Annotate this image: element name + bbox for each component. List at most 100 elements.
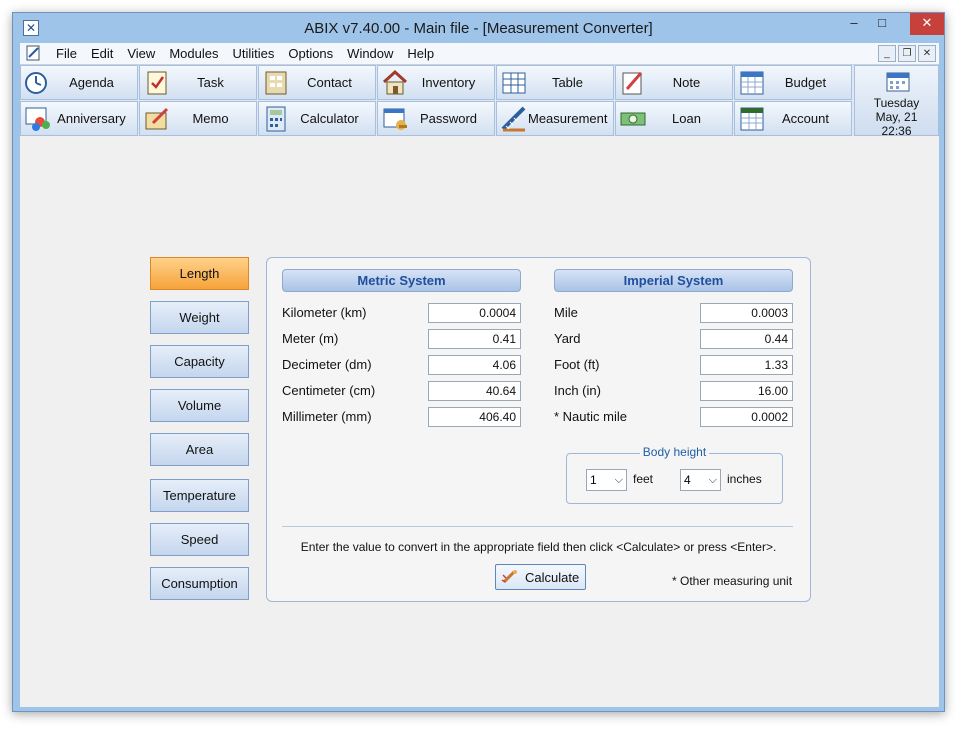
inches-label: inches <box>727 472 762 486</box>
feet-label: feet <box>633 472 654 486</box>
chevron-down-icon: ⌵ <box>614 474 623 486</box>
toolbar-account-button[interactable]: Account <box>734 101 852 136</box>
window-title: ABIX v7.40.00 - Main file - [Measurement… <box>304 20 653 37</box>
budget-icon <box>740 71 764 94</box>
menu-edit[interactable]: Edit <box>84 46 120 61</box>
date-date: May, 21 <box>875 110 918 124</box>
module-toolbar: Tuesday May, 21 22:36 Agenda Task Contact I… <box>20 65 939 138</box>
loan-icon <box>620 112 646 125</box>
category-capacity-button[interactable]: Capacity <box>150 345 249 378</box>
toolbar-measurement-button[interactable]: Measurement <box>496 101 614 136</box>
toolbar-task-button[interactable]: Task <box>139 65 257 100</box>
metric-unit-label: Decimeter (dm) <box>282 357 372 372</box>
title-bar[interactable]: ✕ ABIX v7.40.00 - Main file - [Measureme… <box>13 13 944 43</box>
inventory-icon <box>382 69 408 94</box>
menu-modules[interactable]: Modules <box>162 46 225 61</box>
toolbar-contact-button[interactable]: Contact <box>258 65 376 100</box>
imperial-unit-label: Foot (ft) <box>554 357 600 372</box>
toolbar-budget-button[interactable]: Budget <box>734 65 852 100</box>
calculator-icon <box>266 106 286 131</box>
toolbar-button-label: Account <box>782 111 829 126</box>
metric-unit-label: Millimeter (mm) <box>282 409 372 424</box>
toolbar-button-label: Budget <box>784 75 827 90</box>
category-consumption-button[interactable]: Consumption <box>150 567 249 600</box>
feet-select[interactable]: 1 ⌵ <box>586 469 627 491</box>
calculate-button[interactable]: Calculate <box>495 564 586 590</box>
category-temperature-button[interactable]: Temperature <box>150 479 249 512</box>
toolbar-button-label: Note <box>672 75 701 90</box>
toolbar-inventory-button[interactable]: Inventory <box>377 65 495 100</box>
imperial-unit-label: Inch (in) <box>554 383 601 398</box>
menu-view[interactable]: View <box>120 46 162 61</box>
category-area-button[interactable]: Area <box>150 433 249 466</box>
metric-value-input[interactable]: 0.0004 <box>428 303 521 323</box>
category-speed-button[interactable]: Speed <box>150 523 249 556</box>
minimize-button[interactable]: – <box>841 13 867 35</box>
imperial-unit-label: Mile <box>554 305 578 320</box>
toolbar-agenda-button[interactable]: Agenda <box>20 65 138 100</box>
toolbar-memo-button[interactable]: Memo <box>139 101 257 136</box>
toolbar-button-label: Password <box>419 111 478 126</box>
body-height-group: Body height 1 ⌵ feet 4 ⌵ inches <box>566 445 783 504</box>
calculate-icon <box>501 570 517 584</box>
mdi-close-button[interactable]: ✕ <box>918 45 936 62</box>
toolbar-button-label: Inventory <box>421 75 476 90</box>
imperial-value-input[interactable]: 0.0002 <box>700 407 793 427</box>
category-length-button[interactable]: Length <box>150 257 249 290</box>
toolbar-button-label: Memo <box>192 111 229 126</box>
password-icon <box>383 108 407 130</box>
menu-help[interactable]: Help <box>400 46 441 61</box>
anniversary-icon <box>25 107 50 131</box>
imperial-value-input[interactable]: 0.0003 <box>700 303 793 323</box>
category-volume-button[interactable]: Volume <box>150 389 249 422</box>
close-button[interactable]: ✕ <box>910 13 944 35</box>
imperial-value-input[interactable]: 1.33 <box>700 355 793 375</box>
toolbar-loan-button[interactable]: Loan <box>615 101 733 136</box>
toolbar-table-button[interactable]: Table <box>496 65 614 100</box>
table-icon <box>502 72 526 93</box>
app-window: ✕ ABIX v7.40.00 - Main file - [Measureme… <box>12 12 945 712</box>
mdi-restore-button[interactable]: ❐ <box>898 45 916 62</box>
menu-window[interactable]: Window <box>340 46 400 61</box>
menu-options[interactable]: Options <box>281 46 340 61</box>
converter-panel: Metric System Imperial System Body heigh… <box>266 257 811 602</box>
metric-unit-label: Meter (m) <box>282 331 339 346</box>
toolbar-button-label: Measurement <box>528 111 608 126</box>
menu-bar: File Edit View Modules Utilities Options Windo… <box>20 43 939 65</box>
client-area: Metric System Imperial System Body heigh… <box>20 136 939 707</box>
toolbar-button-label: Calculator <box>300 111 359 126</box>
toolbar-password-button[interactable]: Password <box>377 101 495 136</box>
toolbar-button-label: Contact <box>307 75 352 90</box>
chevron-down-icon: ⌵ <box>708 474 717 486</box>
toolbar-anniversary-button[interactable]: Anniversary <box>20 101 138 136</box>
menu-utilities[interactable]: Utilities <box>225 46 281 61</box>
date-day: Tuesday <box>873 96 920 110</box>
document-icon[interactable] <box>25 45 43 62</box>
metric-system-header: Metric System <box>282 269 521 292</box>
metric-value-input[interactable]: 40.64 <box>428 381 521 401</box>
agenda-icon <box>25 71 47 94</box>
toolbar-calculator-button[interactable]: Calculator <box>258 101 376 136</box>
measurement-icon <box>501 106 526 131</box>
toolbar-button-label: Loan <box>672 111 701 126</box>
date-display[interactable]: Tuesday May, 21 22:36 <box>854 65 939 138</box>
metric-value-input[interactable]: 4.06 <box>428 355 521 375</box>
toolbar-button-label: Table <box>551 75 584 90</box>
metric-value-input[interactable]: 406.40 <box>428 407 521 427</box>
account-icon <box>740 107 764 130</box>
metric-value-input[interactable]: 0.41 <box>428 329 521 349</box>
imperial-unit-label: * Nautic mile <box>554 409 627 424</box>
menu-file[interactable]: File <box>49 46 84 61</box>
category-weight-button[interactable]: Weight <box>150 301 249 334</box>
imperial-value-input[interactable]: 16.00 <box>700 381 793 401</box>
mdi-minimize-button[interactable]: _ <box>878 45 896 62</box>
toolbar-button-label: Agenda <box>69 75 114 90</box>
imperial-value-input[interactable]: 0.44 <box>700 329 793 349</box>
metric-unit-label: Centimeter (cm) <box>282 383 376 398</box>
inches-select[interactable]: 4 ⌵ <box>680 469 721 491</box>
maximize-button[interactable]: □ <box>869 13 895 35</box>
toolbar-note-button[interactable]: Note <box>615 65 733 100</box>
imperial-unit-label: Yard <box>554 331 581 346</box>
calculate-label: Calculate <box>525 569 580 585</box>
metric-unit-label: Kilometer (km) <box>282 305 367 320</box>
